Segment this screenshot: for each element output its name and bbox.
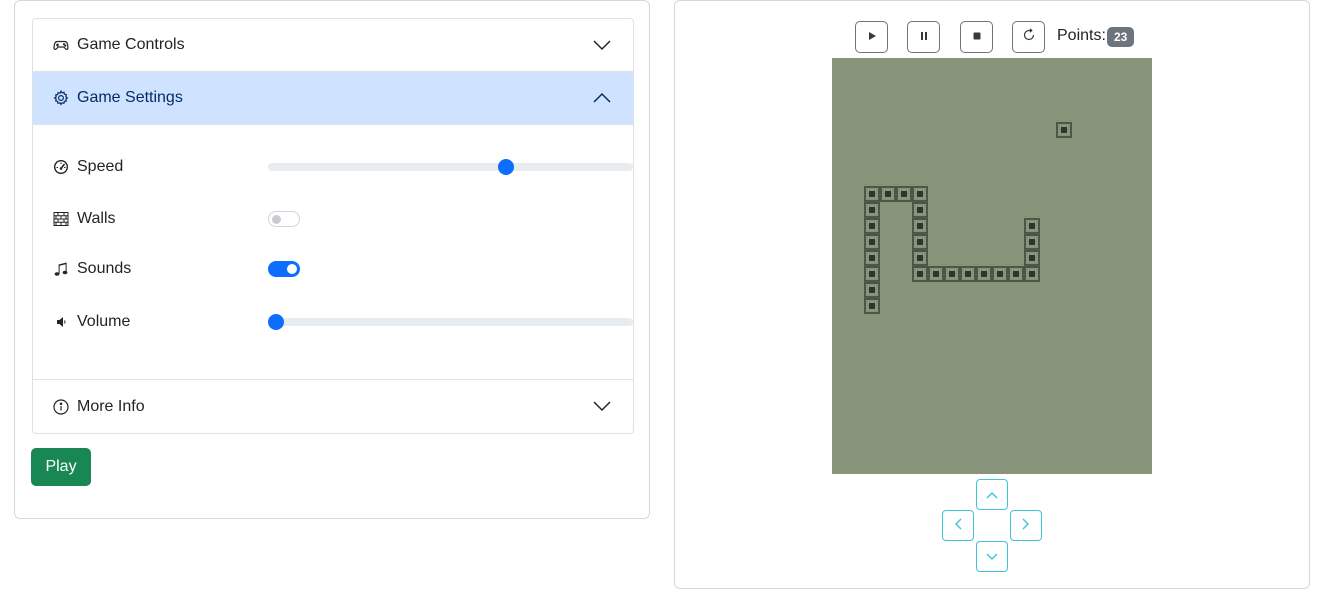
snake-segment <box>864 218 880 234</box>
game-card: Points: 23 <box>674 0 1310 589</box>
chevron-down-icon <box>593 399 611 413</box>
speed-slider-thumb[interactable] <box>498 159 515 175</box>
game-board <box>832 58 1152 474</box>
stop-icon <box>972 28 982 46</box>
accordion-header-game-controls[interactable]: Game Controls <box>33 19 633 72</box>
sounds-label: Sounds <box>77 260 132 277</box>
snake-segment <box>992 266 1008 282</box>
volume-setting: Volume <box>53 310 633 334</box>
stop-game-button[interactable] <box>960 21 993 53</box>
settings-accordion: Game Controls Game Settings Speed Walls … <box>32 18 634 434</box>
accordion-header-game-settings[interactable]: Game Settings <box>33 72 633 125</box>
pause-game-button[interactable] <box>907 21 940 53</box>
snake-segment <box>912 186 928 202</box>
snake-segment <box>896 186 912 202</box>
points-label: Points: <box>1057 27 1106 44</box>
restart-game-button[interactable] <box>1012 21 1045 53</box>
snake-segment <box>1008 266 1024 282</box>
accordion-title-game-controls: Game Controls <box>77 36 185 53</box>
snake-segment <box>912 250 928 266</box>
sounds-toggle-knob <box>287 264 297 274</box>
dpad-up-button[interactable] <box>976 479 1008 510</box>
walls-toggle-knob <box>272 215 281 224</box>
snake-segment <box>944 266 960 282</box>
snake-segment <box>912 202 928 218</box>
dpad-right-button[interactable] <box>1010 510 1042 541</box>
accordion-title-game-settings: Game Settings <box>77 89 183 106</box>
snake-segment <box>928 266 944 282</box>
sounds-toggle[interactable] <box>268 261 300 277</box>
speed-setting: Speed <box>53 155 633 179</box>
walls-toggle[interactable] <box>268 211 300 227</box>
chevron-down-icon <box>593 38 611 52</box>
chevron-down-icon <box>986 548 998 566</box>
snake-segment <box>864 250 880 266</box>
volume-label: Volume <box>77 313 131 330</box>
snake-segment <box>912 218 928 234</box>
play-game-button[interactable] <box>855 21 888 53</box>
music-note-icon <box>53 261 69 277</box>
chevron-left-icon <box>954 517 962 535</box>
speedometer-icon <box>53 159 69 175</box>
dpad-left-button[interactable] <box>942 510 974 541</box>
game-settings-body: Speed Walls Sounds Volume <box>33 125 633 380</box>
accordion-header-more-info[interactable]: More Info <box>33 380 633 433</box>
snake-segment <box>1024 250 1040 266</box>
pause-icon <box>919 28 929 46</box>
chevron-up-icon <box>986 486 998 504</box>
speed-label: Speed <box>77 158 124 175</box>
chevron-up-icon <box>593 91 611 105</box>
chevron-right-icon <box>1022 517 1030 535</box>
snake-segment <box>960 266 976 282</box>
info-circle-icon <box>53 398 69 415</box>
snake-segment <box>864 282 880 298</box>
snake-segment <box>864 298 880 314</box>
food-item <box>1056 122 1072 138</box>
snake-segment <box>864 202 880 218</box>
snake-segment <box>864 234 880 250</box>
volume-slider[interactable] <box>268 314 633 330</box>
dpad-down-button[interactable] <box>976 541 1008 572</box>
gamepad-icon <box>53 37 69 53</box>
play-button[interactable]: Play <box>31 448 91 486</box>
snake-segment <box>880 186 896 202</box>
snake-segment <box>912 234 928 250</box>
speed-slider[interactable] <box>268 159 633 175</box>
bricks-icon <box>53 211 69 227</box>
snake-segment <box>1024 218 1040 234</box>
snake-segment <box>864 266 880 282</box>
sounds-setting: Sounds <box>53 257 613 281</box>
settings-card: Game Controls Game Settings Speed Walls … <box>14 0 650 519</box>
volume-icon <box>53 314 69 330</box>
snake-segment <box>1024 266 1040 282</box>
snake-segment <box>912 266 928 282</box>
walls-setting: Walls <box>53 207 613 231</box>
points-badge: 23 <box>1107 27 1135 47</box>
walls-label: Walls <box>77 210 116 227</box>
restart-icon <box>1022 27 1036 47</box>
play-icon <box>867 28 877 46</box>
snake-segment <box>864 186 880 202</box>
snake-segment <box>1024 234 1040 250</box>
gear-icon <box>53 90 69 106</box>
accordion-title-more-info: More Info <box>77 397 145 415</box>
volume-slider-thumb[interactable] <box>268 314 284 330</box>
snake-segment <box>976 266 992 282</box>
